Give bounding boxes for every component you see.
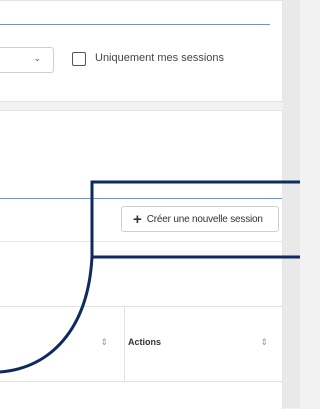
filters-underline — [0, 24, 270, 25]
session-filter-select[interactable]: ⌄ — [0, 47, 54, 73]
column-header-name[interactable]: ⇕ — [0, 307, 125, 381]
toolbar-divider — [0, 241, 282, 242]
only-my-sessions-label[interactable]: Uniquement mes sessions — [95, 52, 224, 64]
column-header-actions[interactable]: Actions ⇕ — [125, 307, 282, 381]
sort-icon[interactable]: ⇕ — [100, 337, 108, 348]
filters-panel: ⌄ Uniquement mes sessions — [0, 0, 283, 102]
toolbar-top-border — [0, 198, 282, 199]
plus-icon: + — [133, 210, 142, 228]
sessions-table-header: ⇕ Actions ⇕ — [0, 306, 282, 382]
create-session-button[interactable]: + Créer une nouvelle session — [121, 206, 279, 232]
sessions-panel: + Créer une nouvelle session ⇕ Actions ⇕ — [0, 110, 283, 409]
only-my-sessions-checkbox[interactable] — [72, 52, 86, 66]
actions-header-label: Actions — [128, 337, 162, 347]
page-scroll-gutter — [283, 0, 300, 408]
sort-icon[interactable]: ⇕ — [260, 337, 268, 348]
chevron-down-icon: ⌄ — [33, 53, 41, 63]
create-session-label: Créer une nouvelle session — [146, 213, 263, 225]
